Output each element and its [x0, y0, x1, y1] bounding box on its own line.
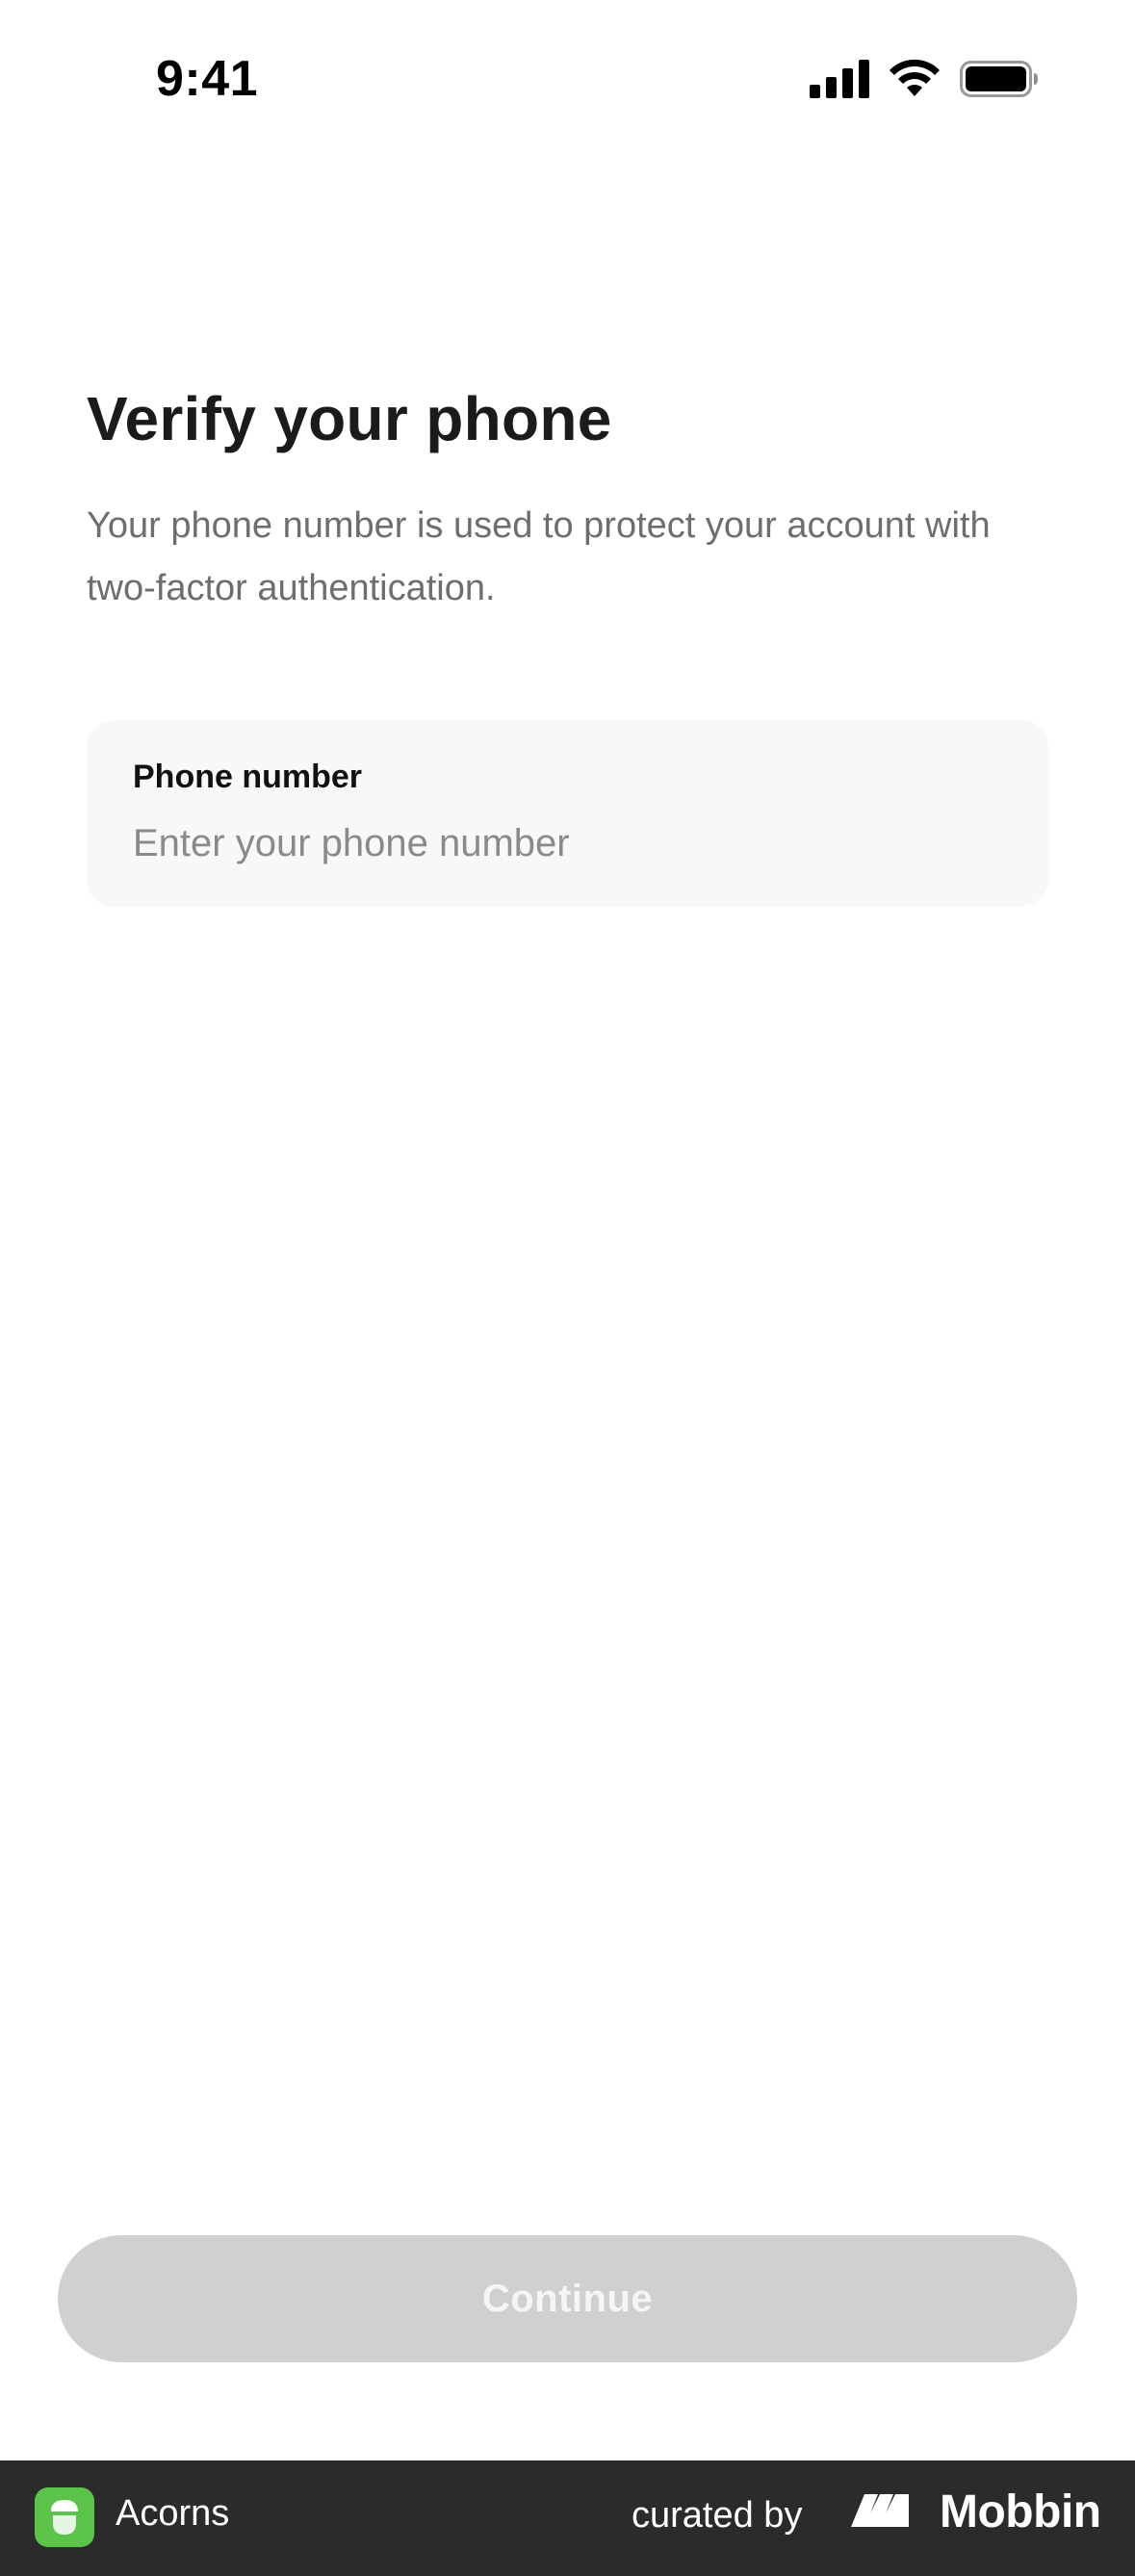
phone-number-label: Phone number: [133, 759, 363, 795]
acorns-app-icon: [35, 2487, 94, 2547]
page-title: Verify your phone: [87, 384, 612, 453]
cellular-signal-icon: [810, 60, 869, 103]
footer-bar: Acorns curated by Mobbin: [0, 2460, 1135, 2576]
phone-number-input[interactable]: [133, 814, 980, 872]
status-time: 9:41: [156, 51, 259, 107]
app-name: Acorns: [116, 2493, 230, 2534]
verify-phone-content: Verify your phone Your phone number is u…: [87, 385, 1048, 620]
page-subtitle: Your phone number is used to protect you…: [87, 505, 991, 609]
brand-name: Mobbin: [940, 2486, 1101, 2537]
wifi-icon: [889, 59, 941, 103]
mobbin-brand: Mobbin: [851, 2486, 1101, 2538]
continue-button[interactable]: Continue: [58, 2235, 1077, 2362]
status-bar: 9:41: [0, 0, 1135, 144]
phone-number-field[interactable]: Phone number: [87, 720, 1048, 907]
mobbin-logo-icon: [851, 2490, 928, 2534]
status-icons: [810, 59, 1039, 103]
battery-icon: [960, 60, 1039, 103]
curated-by-label: curated by: [632, 2495, 803, 2536]
